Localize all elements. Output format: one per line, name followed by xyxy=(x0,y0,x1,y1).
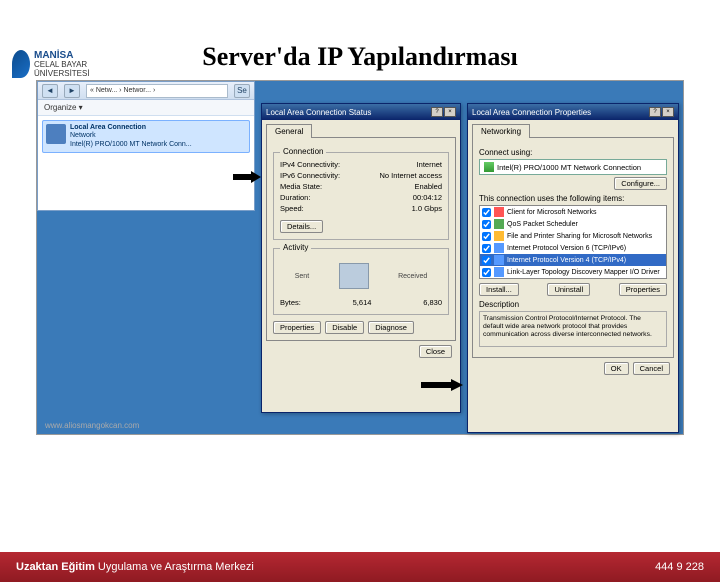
organize-menu[interactable]: Organize ▾ xyxy=(44,103,83,112)
properties-button[interactable]: Properties xyxy=(273,321,321,334)
status-row: Media State:Enabled xyxy=(280,181,442,192)
list-item[interactable]: QoS Packet Scheduler xyxy=(480,218,666,230)
protocol-icon xyxy=(494,267,504,277)
tab-networking[interactable]: Networking xyxy=(472,124,530,138)
props-titlebar: Local Area Connection Properties ? × xyxy=(468,104,678,120)
item-checkbox[interactable] xyxy=(482,244,491,253)
connection-group: Connection IPv4 Connectivity:InternetIPv… xyxy=(273,152,449,240)
connect-using-label: Connect using: xyxy=(479,148,667,157)
close-button[interactable]: × xyxy=(444,107,456,117)
description-label: Description xyxy=(479,300,667,309)
back-button[interactable]: ◄ xyxy=(42,84,58,98)
adapter-icon xyxy=(484,162,494,172)
adapter-field: Intel(R) PRO/1000 MT Network Connection xyxy=(479,159,667,175)
slide-title: Server'da IP Yapılandırması xyxy=(0,42,720,72)
protocol-icon xyxy=(494,219,504,229)
configure-button[interactable]: Configure... xyxy=(614,177,667,190)
details-button[interactable]: Details... xyxy=(280,220,323,233)
item-checkbox[interactable] xyxy=(482,232,491,241)
network-connections-window: ◄ ► « Netw... › Networ... › Se Organize … xyxy=(37,81,255,211)
search-button[interactable]: Se xyxy=(234,84,250,98)
item-checkbox[interactable] xyxy=(482,256,491,265)
list-item[interactable]: File and Printer Sharing for Microsoft N… xyxy=(480,230,666,242)
status-title: Local Area Connection Status xyxy=(266,108,371,117)
disable-button[interactable]: Disable xyxy=(325,321,364,334)
list-item[interactable]: Link-Layer Topology Discovery Mapper I/O… xyxy=(480,266,666,278)
tab-general[interactable]: General xyxy=(266,124,312,138)
forward-button[interactable]: ► xyxy=(64,84,80,98)
university-logo: MANİSA CELAL BAYAR ÜNİVERSİTESİ xyxy=(12,50,90,79)
close-button[interactable]: × xyxy=(662,107,674,117)
status-row: Speed:1.0 Gbps xyxy=(280,203,442,214)
uninstall-button[interactable]: Uninstall xyxy=(547,283,590,296)
protocol-icon xyxy=(494,255,504,265)
description-text: Transmission Control Protocol/Internet P… xyxy=(479,311,667,347)
footer-left: Uzaktan Eğitim Uygulama ve Araştırma Mer… xyxy=(16,561,254,573)
logo-text: MANİSA CELAL BAYAR ÜNİVERSİTESİ xyxy=(34,50,90,79)
activity-group-label: Activity xyxy=(280,243,311,252)
connection-text: Local Area Connection Network Intel(R) P… xyxy=(70,124,192,149)
item-checkbox[interactable] xyxy=(482,220,491,229)
ok-button[interactable]: OK xyxy=(604,362,629,375)
list-item[interactable]: Internet Protocol Version 6 (TCP/IPv6) xyxy=(480,242,666,254)
slide-footer: Uzaktan Eğitim Uygulama ve Araştırma Mer… xyxy=(0,552,720,582)
install-button[interactable]: Install... xyxy=(479,283,519,296)
list-item[interactable]: Internet Protocol Version 4 (TCP/IPv4) xyxy=(480,254,666,266)
protocol-icon xyxy=(494,207,504,217)
footer-phone: 444 9 228 xyxy=(655,561,704,573)
close-dialog-button[interactable]: Close xyxy=(419,345,452,358)
item-checkbox[interactable] xyxy=(482,268,491,277)
diagnose-button[interactable]: Diagnose xyxy=(368,321,414,334)
status-row: IPv6 Connectivity:No Internet access xyxy=(280,170,442,181)
connection-status-dialog: Local Area Connection Status ? × General… xyxy=(261,103,461,413)
list-item[interactable]: Client for Microsoft Networks xyxy=(480,206,666,218)
network-items-list[interactable]: Client for Microsoft NetworksQoS Packet … xyxy=(479,205,667,279)
logo-flame-icon xyxy=(12,50,30,78)
bytes-received-value: 6,830 xyxy=(423,298,442,307)
connection-properties-dialog: Local Area Connection Properties ? × Net… xyxy=(467,103,679,433)
status-titlebar: Local Area Connection Status ? × xyxy=(262,104,460,120)
explorer-body: Local Area Connection Network Intel(R) P… xyxy=(38,116,254,210)
bytes-label: Bytes: xyxy=(280,298,301,307)
explorer-toolbar: Organize ▾ xyxy=(38,100,254,116)
arrow-to-properties-icon xyxy=(421,379,463,391)
arrow-to-status-icon xyxy=(233,171,261,183)
item-properties-button[interactable]: Properties xyxy=(619,283,667,296)
props-title: Local Area Connection Properties xyxy=(472,108,591,117)
list-item[interactable]: Link-Layer Topology Discovery Responder xyxy=(480,278,666,279)
protocol-icon xyxy=(494,231,504,241)
address-bar[interactable]: « Netw... › Networ... › xyxy=(86,84,228,98)
items-label: This connection uses the following items… xyxy=(479,194,667,203)
item-checkbox[interactable] xyxy=(482,208,491,217)
screenshot-composite: ◄ ► « Netw... › Networ... › Se Organize … xyxy=(36,80,684,435)
network-adapter-icon xyxy=(46,124,66,144)
activity-group: Activity Sent Received Bytes: 5,614 6,83… xyxy=(273,248,449,315)
protocol-icon xyxy=(494,243,504,253)
bytes-sent-value: 5,614 xyxy=(353,298,372,307)
connection-group-label: Connection xyxy=(280,147,326,156)
cancel-button[interactable]: Cancel xyxy=(633,362,670,375)
status-row: Duration:00:04:12 xyxy=(280,192,442,203)
help-button[interactable]: ? xyxy=(431,107,443,117)
activity-icon xyxy=(339,263,369,289)
status-row: IPv4 Connectivity:Internet xyxy=(280,159,442,170)
local-area-connection-item[interactable]: Local Area Connection Network Intel(R) P… xyxy=(42,120,250,153)
watermark: www.aliosmangokcan.com xyxy=(45,421,139,430)
explorer-titlebar: ◄ ► « Netw... › Networ... › Se xyxy=(38,82,254,100)
help-button[interactable]: ? xyxy=(649,107,661,117)
sent-label: Sent xyxy=(295,273,309,280)
received-label: Received xyxy=(398,273,427,280)
